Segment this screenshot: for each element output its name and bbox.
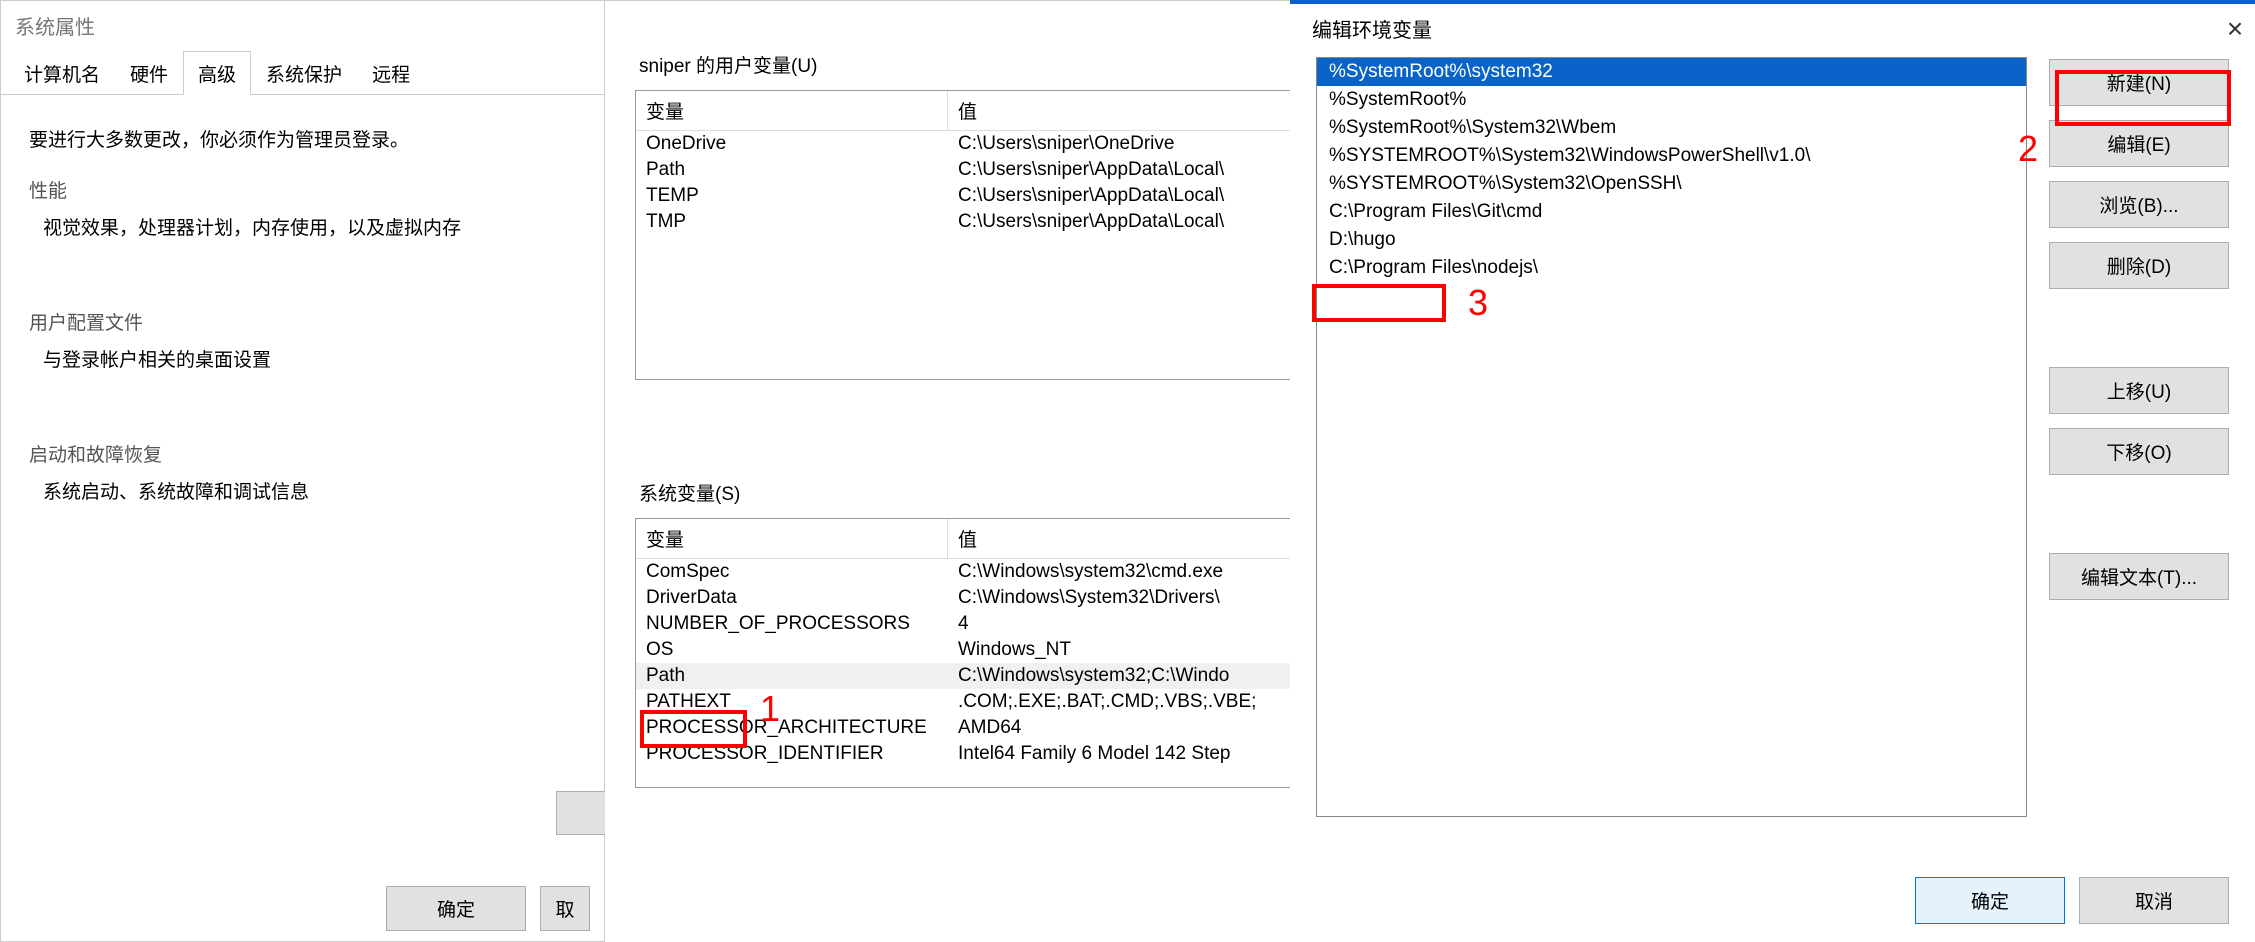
var-name: PROCESSOR_IDENTIFIER xyxy=(636,741,948,767)
cancel-button[interactable]: 取 xyxy=(540,886,590,931)
edit-button[interactable]: 编辑(E) xyxy=(2049,120,2229,167)
list-item[interactable]: C:\Program Files\Git\cmd xyxy=(1317,198,2026,226)
var-name: OS xyxy=(636,637,948,663)
system-properties-window: 系统属性 计算机名 硬件 高级 系统保护 远程 要进行大多数更改，你必须作为管理… xyxy=(0,0,605,942)
var-name: TEMP xyxy=(636,183,948,209)
ok-button[interactable]: 确定 xyxy=(386,886,526,931)
col-header-name[interactable]: 变量 xyxy=(636,519,948,558)
tab-computer-name[interactable]: 计算机名 xyxy=(9,51,115,95)
list-item[interactable]: D:\hugo xyxy=(1317,226,2026,254)
path-entries-list[interactable]: %SystemRoot%\system32%SystemRoot%%System… xyxy=(1316,57,2027,817)
edit-text-button[interactable]: 编辑文本(T)... xyxy=(2049,553,2229,600)
var-name: PATHEXT xyxy=(636,689,948,715)
tab-system-protection[interactable]: 系统保护 xyxy=(251,51,357,95)
settings-button-partial[interactable] xyxy=(556,791,606,835)
tab-hardware[interactable]: 硬件 xyxy=(115,51,183,95)
cancel-button[interactable]: 取消 xyxy=(2079,877,2229,924)
list-item[interactable]: %SystemRoot%\System32\Wbem xyxy=(1317,114,2026,142)
delete-button[interactable]: 删除(D) xyxy=(2049,242,2229,289)
group-performance: 性能 视觉效果，处理器计划，内存使用，以及虚拟内存 xyxy=(29,176,576,240)
list-item[interactable]: %SystemRoot%\system32 xyxy=(1317,58,2026,86)
var-name: PROCESSOR_ARCHITECTURE xyxy=(636,715,948,741)
var-name: Path xyxy=(636,157,948,183)
tab-strip: 计算机名 硬件 高级 系统保护 远程 xyxy=(1,50,604,95)
col-header-name[interactable]: 变量 xyxy=(636,91,948,130)
var-name: DriverData xyxy=(636,585,948,611)
tab-remote[interactable]: 远程 xyxy=(357,51,425,95)
window-title: 系统属性 xyxy=(1,1,604,50)
group-label: 用户配置文件 xyxy=(29,308,576,335)
list-item[interactable]: %SYSTEMROOT%\System32\WindowsPowerShell\… xyxy=(1317,142,2026,170)
move-up-button[interactable]: 上移(U) xyxy=(2049,367,2229,414)
close-icon[interactable]: × xyxy=(2221,19,2249,39)
var-name: OneDrive xyxy=(636,131,948,157)
var-name: ComSpec xyxy=(636,559,948,585)
new-button[interactable]: 新建(N) xyxy=(2049,59,2229,106)
admin-note: 要进行大多数更改，你必须作为管理员登录。 xyxy=(29,125,576,152)
list-item[interactable]: C:\Program Files\nodejs\ xyxy=(1317,254,2026,282)
window-title: 编辑环境变量 xyxy=(1312,14,1432,43)
var-name: NUMBER_OF_PROCESSORS xyxy=(636,611,948,637)
var-name: Path xyxy=(636,663,948,689)
var-name: TMP xyxy=(636,209,948,235)
group-startup-recovery: 启动和故障恢复 系统启动、系统故障和调试信息 xyxy=(29,440,576,504)
group-desc: 系统启动、系统故障和调试信息 xyxy=(43,477,576,504)
list-item[interactable]: %SystemRoot% xyxy=(1317,86,2026,114)
tab-advanced[interactable]: 高级 xyxy=(183,51,251,95)
group-desc: 视觉效果，处理器计划，内存使用，以及虚拟内存 xyxy=(43,213,576,240)
group-desc: 与登录帐户相关的桌面设置 xyxy=(43,345,576,372)
browse-button[interactable]: 浏览(B)... xyxy=(2049,181,2229,228)
list-item[interactable]: %SYSTEMROOT%\System32\OpenSSH\ xyxy=(1317,170,2026,198)
ok-button[interactable]: 确定 xyxy=(1915,877,2065,924)
group-user-profiles: 用户配置文件 与登录帐户相关的桌面设置 xyxy=(29,308,576,372)
group-label: 性能 xyxy=(29,176,576,203)
move-down-button[interactable]: 下移(O) xyxy=(2049,428,2229,475)
group-label: 启动和故障恢复 xyxy=(29,440,576,467)
edit-env-variable-window: 编辑环境变量 × %SystemRoot%\system32%SystemRoo… xyxy=(1290,0,2255,942)
